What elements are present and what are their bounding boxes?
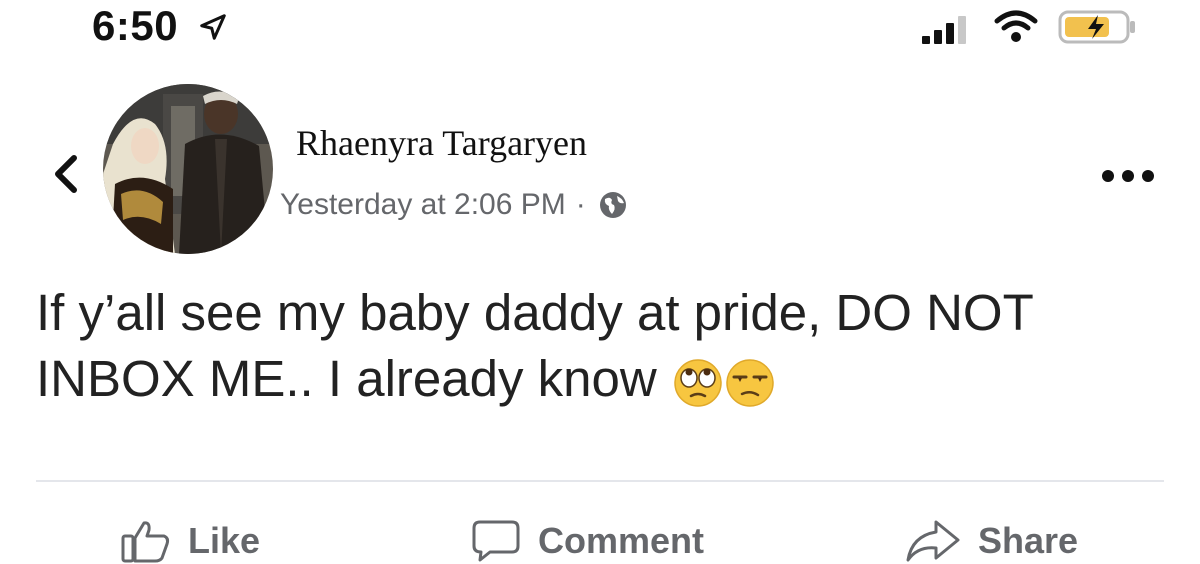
post-text: If y’all see my baby daddy at pride, DO … xyxy=(36,280,1156,412)
action-divider xyxy=(36,480,1164,482)
comment-label: Comment xyxy=(538,520,705,561)
signal-icon xyxy=(922,16,966,44)
unamused-emoji xyxy=(726,358,774,407)
more-options-icon[interactable] xyxy=(1100,168,1156,184)
globe-icon xyxy=(599,192,626,218)
wifi-icon xyxy=(994,10,1038,42)
post-body-text: If y’all see my baby daddy at pride, DO … xyxy=(36,284,1033,407)
location-arrow-icon xyxy=(200,14,226,40)
post-meta: Yesterday at 2:06 PM · xyxy=(280,188,628,222)
battery-charging-icon xyxy=(1058,10,1135,44)
share-arrow-icon xyxy=(906,520,960,562)
avatar[interactable] xyxy=(103,84,273,254)
author-name[interactable]: Rhaenyra Targaryen xyxy=(296,122,587,164)
status-time: 6:50 xyxy=(92,2,179,49)
back-chevron-icon[interactable] xyxy=(52,152,80,196)
thumbs-up-icon xyxy=(121,521,170,563)
share-button[interactable]: Share xyxy=(904,518,1078,564)
meta-separator: · xyxy=(575,188,586,221)
comment-bubble-icon xyxy=(472,520,520,562)
post-timestamp[interactable]: Yesterday at 2:06 PM xyxy=(280,188,566,222)
like-label: Like xyxy=(188,520,261,561)
like-button[interactable]: Like xyxy=(120,518,260,564)
eye-roll-emoji xyxy=(674,358,722,407)
share-label: Share xyxy=(978,520,1079,561)
comment-button[interactable]: Comment xyxy=(470,518,704,564)
